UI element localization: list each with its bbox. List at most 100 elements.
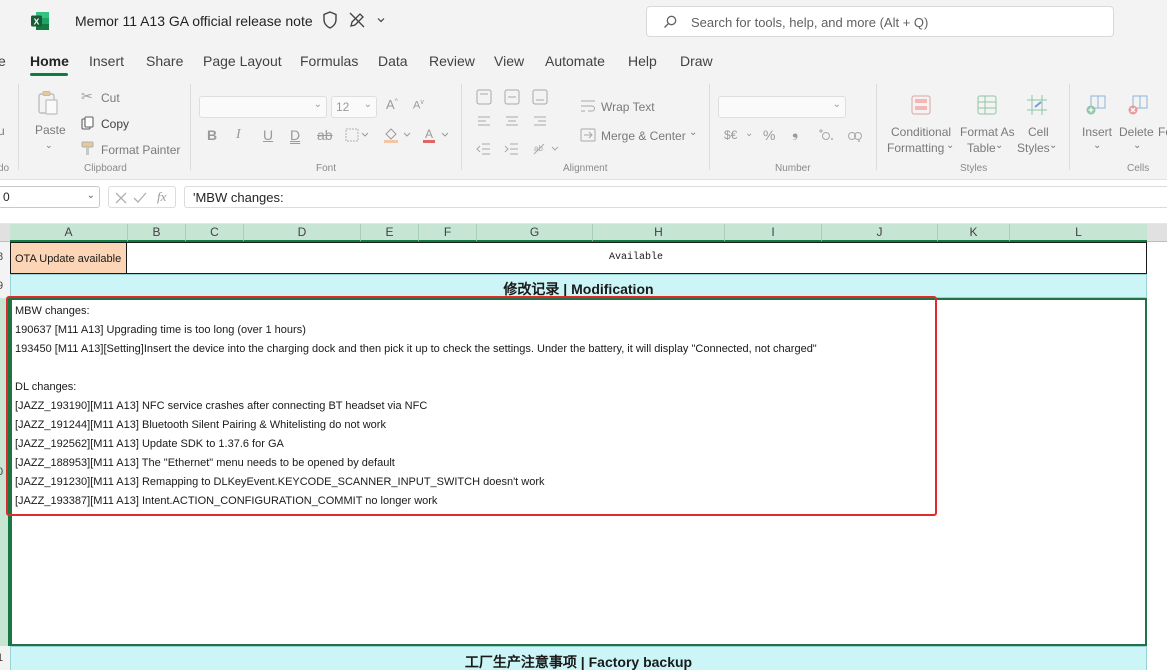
- tab-help[interactable]: Help: [628, 53, 657, 69]
- column-header-i[interactable]: I: [724, 224, 821, 242]
- fill-color-icon[interactable]: [383, 127, 413, 143]
- number-format-dropdown[interactable]: ⌄: [718, 96, 846, 118]
- conditional-formatting-chevron-icon[interactable]: ⌄: [946, 140, 954, 151]
- increase-font-icon[interactable]: A^: [386, 97, 398, 112]
- cancel-entry-icon[interactable]: [115, 192, 127, 204]
- cells-group-label: Cells: [1127, 163, 1150, 174]
- column-header-k[interactable]: K: [937, 224, 1009, 242]
- conditional-formatting-label-2[interactable]: Formatting: [887, 141, 944, 155]
- column-header-l[interactable]: L: [1009, 224, 1147, 242]
- italic-icon[interactable]: I: [236, 127, 241, 143]
- column-header-b[interactable]: B: [127, 224, 185, 242]
- insert-function-icon[interactable]: fx: [157, 189, 166, 205]
- delete-cells-button[interactable]: Delete: [1119, 125, 1154, 139]
- formula-input[interactable]: 'MBW changes:: [184, 186, 1167, 208]
- ribbon-tabs: e Home Insert Share Page Layout Formulas…: [0, 44, 1167, 78]
- insert-cells-button[interactable]: Insert: [1082, 125, 1112, 139]
- row-header-8[interactable]: 8: [0, 242, 10, 274]
- column-header-e[interactable]: E: [360, 224, 418, 242]
- column-header-h[interactable]: H: [592, 224, 724, 242]
- cell-styles-label-1[interactable]: Cell: [1028, 125, 1049, 139]
- font-size-dropdown[interactable]: 12 ⌄: [331, 96, 377, 118]
- excel-logo-icon[interactable]: X: [30, 11, 50, 31]
- shield-icon[interactable]: [322, 11, 338, 29]
- currency-chevron-icon[interactable]: ⌄: [745, 128, 753, 139]
- editing-pen-off-icon[interactable]: [348, 11, 366, 29]
- cell-styles-chevron-icon[interactable]: ⌄: [1049, 140, 1057, 151]
- format-as-table-label-2[interactable]: Table: [967, 141, 996, 155]
- column-header-f[interactable]: F: [418, 224, 476, 242]
- column-header-d[interactable]: D: [243, 224, 360, 242]
- wrap-text-button[interactable]: Wrap Text: [601, 100, 655, 114]
- tab-automate[interactable]: Automate: [545, 53, 605, 69]
- copy-button[interactable]: Copy: [101, 117, 129, 131]
- column-header-c[interactable]: C: [185, 224, 243, 242]
- row-header-11[interactable]: 1: [0, 646, 10, 670]
- paste-button[interactable]: Paste: [35, 123, 66, 137]
- chevron-down-icon[interactable]: [376, 15, 386, 25]
- currency-format-button[interactable]: $€: [724, 128, 737, 142]
- font-color-icon[interactable]: A: [422, 127, 452, 143]
- strikethrough-icon[interactable]: ab: [317, 127, 333, 143]
- tab-review[interactable]: Review: [429, 53, 475, 69]
- cut-button[interactable]: Cut: [101, 91, 120, 105]
- modification-header[interactable]: 修改记录 | Modification: [10, 274, 1147, 298]
- format-painter-button[interactable]: Format Painter: [101, 143, 180, 157]
- double-underline-icon[interactable]: D: [290, 127, 300, 143]
- merge-center-button[interactable]: Merge & Center: [601, 129, 686, 143]
- chevron-down-icon[interactable]: ⌄: [87, 190, 95, 201]
- cell-styles-label-2[interactable]: Styles: [1017, 141, 1050, 155]
- column-header-j[interactable]: J: [821, 224, 937, 242]
- paste-chevron-icon[interactable]: ⌄: [45, 140, 53, 151]
- font-group-label: Font: [316, 163, 337, 174]
- borders-icon[interactable]: [345, 128, 369, 142]
- alignment-group-label: Alignment: [563, 163, 608, 174]
- format-as-table-label-1[interactable]: Format As: [960, 125, 1015, 139]
- tab-file[interactable]: e: [0, 53, 6, 69]
- cut-icon: ✂: [81, 88, 93, 104]
- font-size-value: 12: [336, 100, 350, 114]
- merge-center-chevron-icon[interactable]: ⌄: [689, 127, 697, 138]
- decimal-adjust-icons[interactable]: [818, 127, 866, 143]
- insert-cells-chevron-icon[interactable]: ⌄: [1093, 140, 1101, 151]
- underline-icon[interactable]: U: [263, 127, 273, 143]
- search-box[interactable]: Search for tools, help, and more (Alt + …: [646, 6, 1114, 37]
- tab-draw[interactable]: Draw: [680, 53, 713, 69]
- column-header-a[interactable]: A: [10, 224, 127, 242]
- percent-format-button[interactable]: %: [763, 127, 775, 143]
- horizontal-align-icons[interactable]: [476, 115, 554, 129]
- group-divider: [18, 84, 19, 170]
- tab-page-layout[interactable]: Page Layout: [203, 53, 282, 69]
- format-cells-cutoff[interactable]: Fo: [1158, 125, 1167, 139]
- column-header-g[interactable]: G: [476, 224, 592, 242]
- delete-cells-chevron-icon[interactable]: ⌄: [1133, 140, 1141, 151]
- vertical-align-icons[interactable]: [476, 89, 554, 105]
- tab-home[interactable]: Home: [30, 53, 69, 69]
- tab-insert[interactable]: Insert: [89, 53, 124, 69]
- tab-view[interactable]: View: [494, 53, 524, 69]
- tab-share[interactable]: Share: [146, 53, 183, 69]
- conditional-formatting-label-1[interactable]: Conditional: [891, 125, 951, 139]
- select-all-corner[interactable]: [0, 224, 10, 242]
- tab-formulas[interactable]: Formulas: [300, 53, 358, 69]
- ota-label-cell[interactable]: OTA Update available: [10, 242, 127, 274]
- factory-backup-header[interactable]: 工厂生产注意事项 | Factory backup: [10, 646, 1147, 670]
- decrease-font-icon[interactable]: Av: [413, 99, 424, 112]
- row-header-9[interactable]: 9: [0, 274, 10, 298]
- indent-orientation-icons[interactable]: ab: [476, 141, 562, 157]
- font-name-dropdown[interactable]: ⌄: [199, 96, 327, 118]
- comma-style-button[interactable]: ❟: [792, 124, 798, 142]
- tab-data[interactable]: Data: [378, 53, 408, 69]
- paste-icon: [38, 91, 58, 115]
- column-header-m[interactable]: [1147, 224, 1167, 242]
- copy-icon: [81, 116, 94, 130]
- ota-value[interactable]: Available: [609, 252, 663, 263]
- confirm-entry-icon[interactable]: [133, 192, 147, 204]
- format-as-table-icon: [977, 95, 997, 115]
- document-title[interactable]: Memor 11 A13 GA official release note: [75, 13, 313, 29]
- bold-icon[interactable]: B: [207, 127, 217, 143]
- format-as-table-chevron-icon[interactable]: ⌄: [995, 140, 1003, 151]
- formula-content: 'MBW changes:: [193, 190, 284, 205]
- name-box[interactable]: 0 ⌄: [0, 186, 100, 208]
- conditional-formatting-icon: [911, 95, 931, 115]
